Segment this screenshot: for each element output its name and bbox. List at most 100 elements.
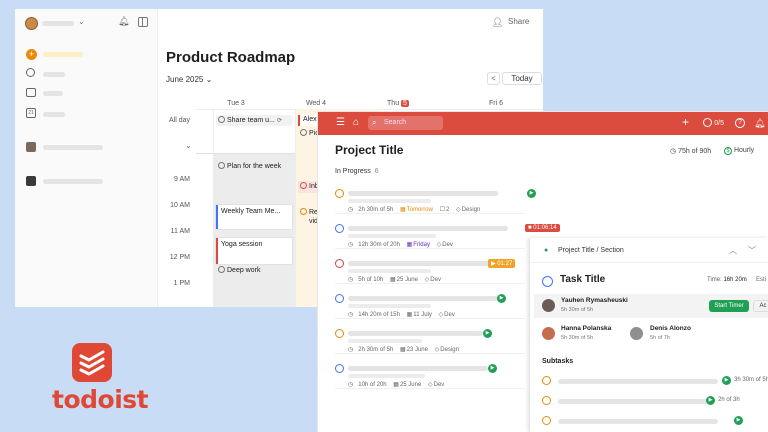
start-timer-icon[interactable]: ▶ xyxy=(706,396,715,405)
task-name-placeholder xyxy=(348,366,488,371)
checkbox-icon[interactable] xyxy=(300,129,307,136)
checkbox-icon[interactable] xyxy=(300,182,307,189)
team-avatar-icon[interactable] xyxy=(26,142,36,152)
month-label: June 2025 xyxy=(166,75,204,84)
task-name-placeholder xyxy=(348,296,498,301)
task-meta: ◷ 2h 30m of 5h ▦23 June ◇Design xyxy=(348,347,459,353)
task-meta: ◷ 10h of 20h ▦25 June ◇Dev xyxy=(348,382,445,388)
task-checkbox[interactable] xyxy=(335,224,344,233)
today-button[interactable]: Today xyxy=(502,72,542,85)
event-share-team[interactable]: Share team u... ⟳ xyxy=(216,115,292,126)
start-timer-icon[interactable]: ▶ xyxy=(497,294,506,303)
subtask-checkbox[interactable] xyxy=(542,376,551,385)
stop-icon: ■ xyxy=(528,225,532,231)
add-task-icon[interactable]: + xyxy=(26,49,37,60)
time-12pm: 12 PM xyxy=(169,254,190,261)
task-name-placeholder xyxy=(348,331,483,336)
inbox-icon[interactable] xyxy=(26,88,36,97)
time-1pm: 1 PM xyxy=(173,280,190,287)
search-icon[interactable] xyxy=(26,68,35,77)
subtask-name-placeholder xyxy=(558,419,718,424)
add-task-placeholder[interactable] xyxy=(43,52,83,57)
today-placeholder[interactable] xyxy=(43,112,65,117)
task-checkbox[interactable] xyxy=(335,294,344,303)
task-meta: ◷ 2h 30m of 5h ▦Tomorrow ☐2 ◇Design xyxy=(348,207,481,213)
chevron-down-icon[interactable]: ⌄ xyxy=(78,17,85,26)
start-timer-icon[interactable]: ▶ xyxy=(488,364,497,373)
bell-icon[interactable]: 🔔︎ xyxy=(118,16,129,27)
recurring-icon: ⟳ xyxy=(276,118,282,124)
more-icon[interactable]: ⋮ xyxy=(539,15,543,26)
workspace-icon[interactable] xyxy=(26,176,36,186)
row-divider xyxy=(335,213,525,214)
task-desc-placeholder xyxy=(348,269,431,273)
day-header-tue: Tue 3 xyxy=(227,100,245,107)
sidebar: ⌄ 🔔︎ + 21 xyxy=(15,9,158,307)
team-placeholder[interactable] xyxy=(43,145,103,150)
running-timer-badge[interactable]: ■ 01:06:14 xyxy=(525,224,560,232)
todoist-wordmark: todoist xyxy=(52,385,149,414)
chevron-down-icon: ⌄ xyxy=(205,75,213,84)
project-window: ☰ ⌂ ⌕ Search + 0/5 ? 🔔︎ Project Title ◷ … xyxy=(318,112,768,432)
calendar-icon[interactable]: 21 xyxy=(26,108,36,118)
checkbox-icon[interactable] xyxy=(218,116,225,123)
event-yoga[interactable]: Yoga session xyxy=(216,238,292,264)
today-badge: 5 xyxy=(401,100,409,107)
task-detail-panel: ● Project Title / Section ︿ ﹀ Task Title… xyxy=(529,238,768,432)
task-meta: ◷ 5h of 10h ▦25 June ◇Dev xyxy=(348,277,441,283)
event-plan-week[interactable]: Plan for the week xyxy=(216,161,294,197)
time-10am: 10 AM xyxy=(170,202,190,209)
row-divider xyxy=(335,353,525,354)
task-checkbox[interactable] xyxy=(335,259,344,268)
task-name-placeholder xyxy=(348,226,508,231)
prev-button[interactable]: < xyxy=(487,72,500,85)
subtask-checkbox[interactable] xyxy=(542,416,551,425)
day-header-fri: Fri 6 xyxy=(489,100,503,107)
row-divider xyxy=(335,388,525,389)
inbox-placeholder[interactable] xyxy=(43,91,63,96)
day-header-wed: Wed 4 xyxy=(305,100,327,107)
page-title: Product Roadmap xyxy=(166,49,296,66)
checkbox-icon[interactable] xyxy=(218,162,225,169)
event-weekly-team[interactable]: Weekly Team Me... xyxy=(216,205,292,229)
task-desc-placeholder xyxy=(348,199,431,203)
subtask-time: 2h of 3h xyxy=(718,397,740,403)
subtask-list: ▶ 3h 30m of 5h ▶ 2h of 3h ▶ xyxy=(530,238,768,432)
month-selector[interactable]: June 2025 ⌄ xyxy=(166,75,212,84)
avatar[interactable] xyxy=(25,17,38,30)
play-icon: ▶ xyxy=(491,261,496,267)
user-name-placeholder[interactable] xyxy=(42,21,74,26)
row-divider xyxy=(335,318,525,319)
task-desc-placeholder xyxy=(348,304,431,308)
subtask-checkbox[interactable] xyxy=(542,396,551,405)
checkbox-icon[interactable] xyxy=(300,208,307,215)
start-timer-icon[interactable]: ▶ xyxy=(527,189,536,198)
task-checkbox[interactable] xyxy=(335,329,344,338)
time-9am: 9 AM xyxy=(174,176,190,183)
checkbox-icon[interactable] xyxy=(218,266,225,273)
start-timer-icon[interactable]: ▶ xyxy=(734,416,743,425)
subtask-row[interactable]: ▶ xyxy=(530,414,768,428)
workspace-placeholder[interactable] xyxy=(43,179,103,184)
add-person-icon[interactable]: 👤︎ xyxy=(492,17,503,28)
task-row[interactable]: ◷ 2h 30m of 5h ▦Tomorrow ☐2 ◇Design xyxy=(318,187,768,219)
subtask-row[interactable]: ▶ 2h of 3h xyxy=(530,394,768,408)
all-day-label: All day xyxy=(169,117,191,124)
task-checkbox[interactable] xyxy=(335,189,344,198)
paused-timer-badge[interactable]: ▶ 01:27 xyxy=(488,259,516,268)
subtask-time: 3h 30m of 5h xyxy=(734,377,768,383)
sidebar-toggle-icon[interactable] xyxy=(138,17,148,27)
search-placeholder[interactable] xyxy=(43,72,65,77)
subtask-row[interactable]: ▶ 3h 30m of 5h xyxy=(530,374,768,388)
start-timer-icon[interactable]: ▶ xyxy=(722,376,731,385)
collapse-chevron-icon[interactable]: ⌄ xyxy=(185,141,192,150)
share-button[interactable]: Share xyxy=(508,17,529,26)
task-desc-placeholder xyxy=(348,234,436,238)
start-timer-icon[interactable]: ▶ xyxy=(483,329,492,338)
day-header-thu: Thu 5 xyxy=(387,100,409,107)
task-checkbox[interactable] xyxy=(335,364,344,373)
row-divider xyxy=(335,283,525,284)
task-meta: ◷ 12h 30m of 20h ▦Friday ◇Dev xyxy=(348,242,453,248)
event-deep-work[interactable]: Deep work xyxy=(216,265,294,307)
task-name-placeholder xyxy=(348,191,498,196)
